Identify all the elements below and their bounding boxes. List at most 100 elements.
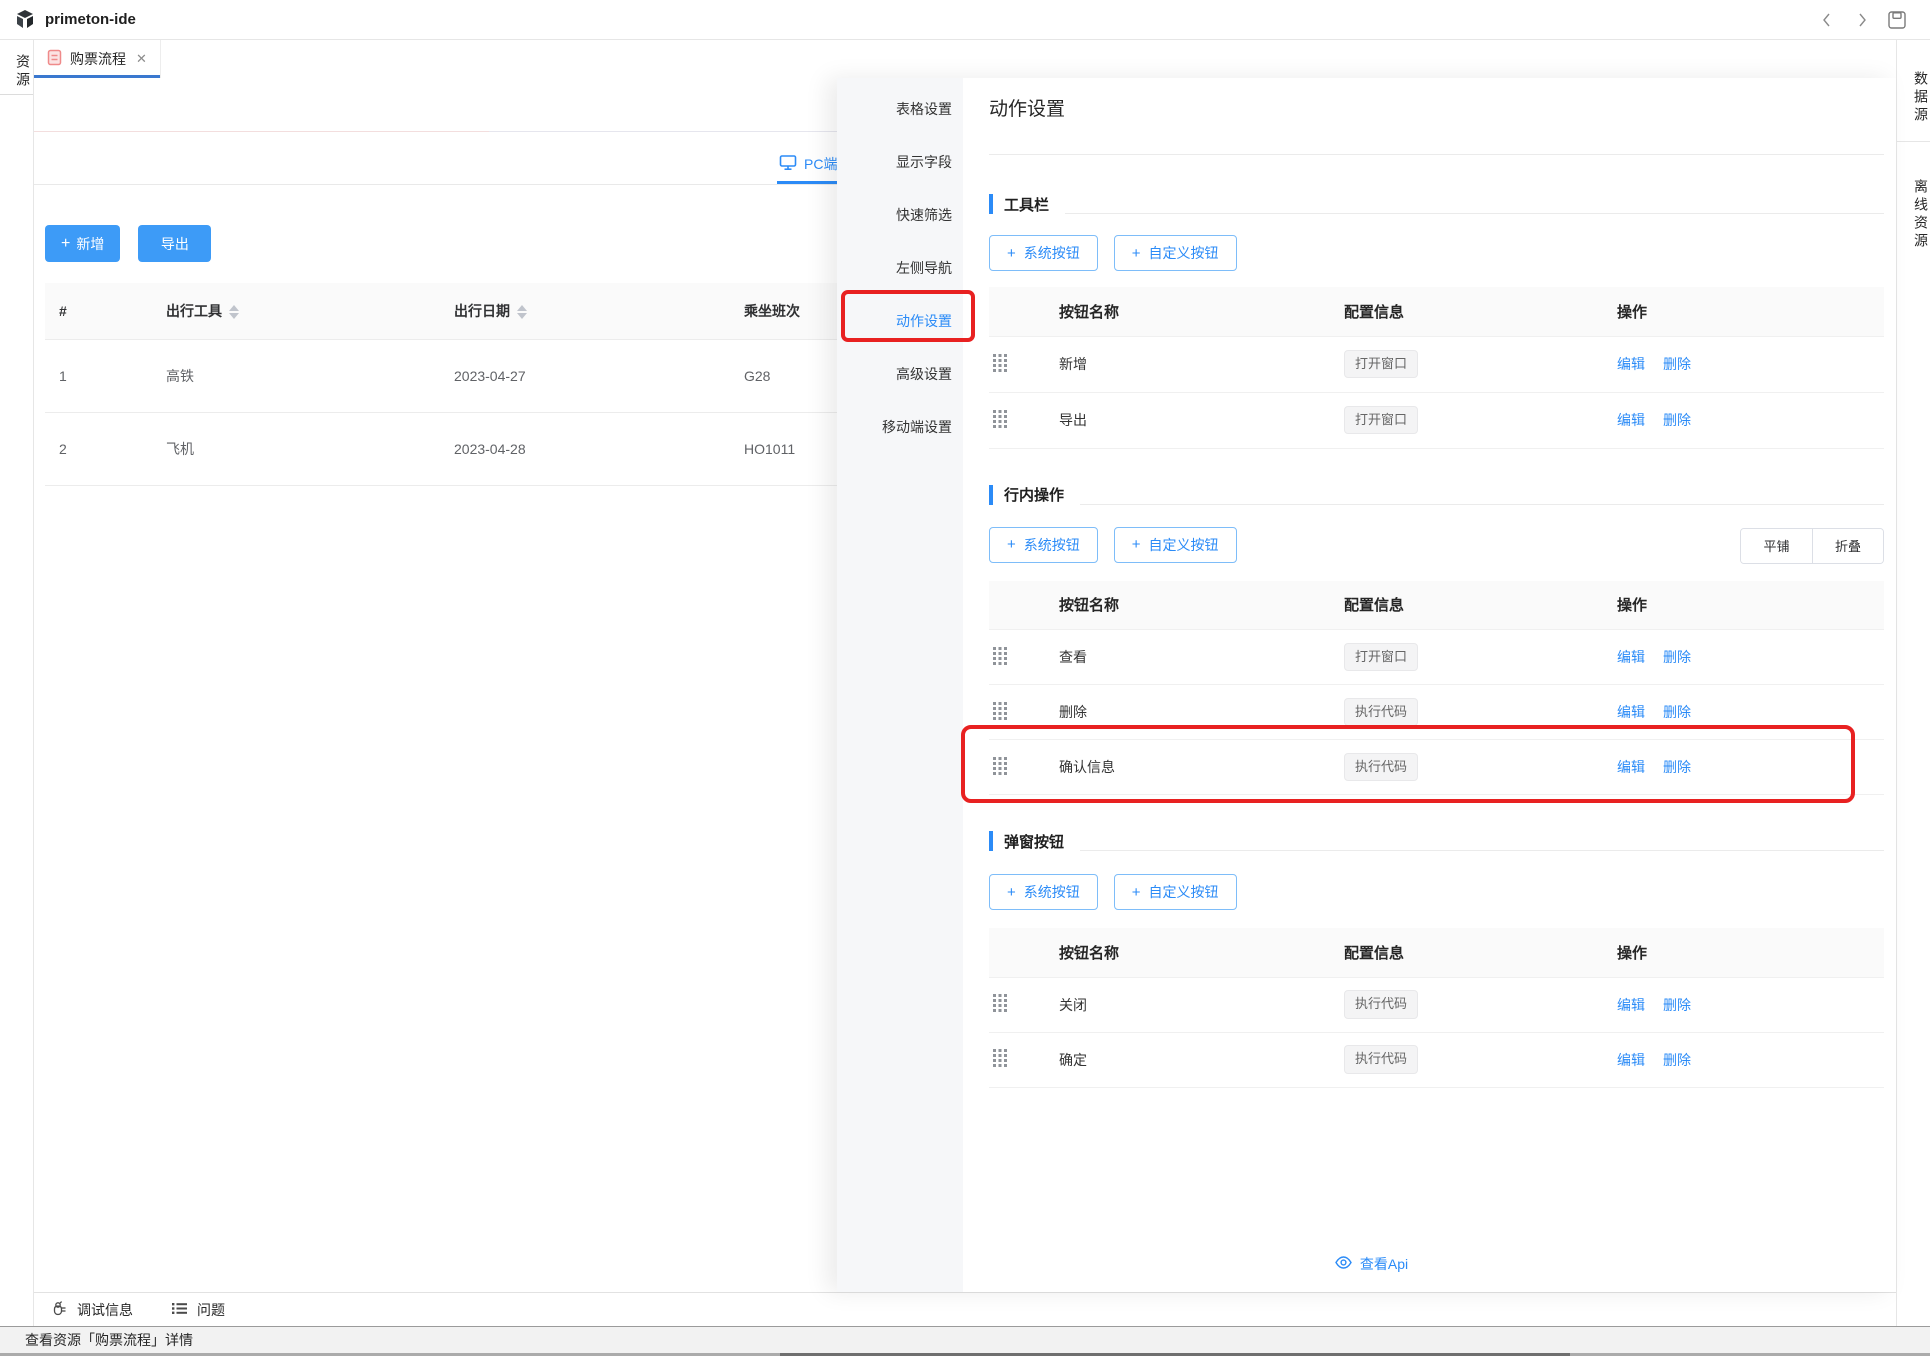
- row-actions-cell: 编辑 删除: [1617, 1032, 1884, 1087]
- view-api-label: 查看Api: [1360, 1254, 1408, 1274]
- add-system-button[interactable]: +系统按钮: [989, 527, 1098, 563]
- edit-link[interactable]: 编辑: [1617, 1052, 1645, 1068]
- export-button[interactable]: 导出: [138, 225, 211, 262]
- add-custom-button[interactable]: +自定义按钮: [1114, 874, 1237, 910]
- sort-caret-icon[interactable]: [517, 305, 527, 319]
- row-actions-cell: 编辑 删除: [1617, 740, 1884, 795]
- button-label: 自定义按钮: [1149, 535, 1219, 555]
- delete-link[interactable]: 删除: [1663, 412, 1691, 428]
- section-accent-bar: [989, 831, 993, 851]
- section-header: 弹窗按钮: [989, 830, 1884, 852]
- settings-menu-item[interactable]: 左侧导航: [837, 241, 963, 294]
- handle-cell: [989, 1032, 1059, 1087]
- section-button-row: +系统按钮+自定义按钮平铺折叠: [989, 527, 1884, 563]
- delete-link[interactable]: 删除: [1663, 649, 1691, 665]
- view-api-link[interactable]: 查看Api: [963, 1254, 1838, 1274]
- add-button[interactable]: + 新增: [45, 225, 120, 262]
- config-table: 按钮名称配置信息操作新增打开窗口编辑删除导出打开窗口编辑删除: [989, 287, 1884, 449]
- config-row-highlighted: 确认信息执行代码编辑删除: [989, 740, 1884, 795]
- config-col-header: 按钮名称: [1059, 928, 1344, 977]
- delete-link[interactable]: 删除: [1663, 1052, 1691, 1068]
- bug-icon: [51, 1300, 68, 1320]
- drag-handle-icon[interactable]: [993, 354, 1007, 372]
- drag-handle-icon[interactable]: [993, 1049, 1007, 1067]
- config-tag: 执行代码: [1344, 1045, 1418, 1073]
- plus-icon: +: [1007, 537, 1016, 552]
- settings-menu-item[interactable]: 动作设置: [837, 294, 963, 347]
- add-system-button[interactable]: +系统按钮: [989, 235, 1098, 271]
- edit-link[interactable]: 编辑: [1617, 997, 1645, 1013]
- close-icon[interactable]: ✕: [136, 51, 147, 67]
- row-actions-cell: 编辑 删除: [1617, 685, 1884, 740]
- edit-link[interactable]: 编辑: [1617, 412, 1645, 428]
- tab-ticket-flow[interactable]: 购票流程 ✕: [34, 40, 161, 78]
- drag-handle-icon[interactable]: [993, 702, 1007, 720]
- editor-tabbar: 购票流程 ✕: [34, 40, 1896, 79]
- delete-link[interactable]: 删除: [1663, 704, 1691, 720]
- left-rail: 资源: [0, 40, 34, 1326]
- edit-link[interactable]: 编辑: [1617, 649, 1645, 665]
- panel-item-problems[interactable]: 问题: [171, 1300, 225, 1320]
- divider: [989, 154, 1884, 155]
- config-row: 确定执行代码 编辑 删除: [989, 1032, 1884, 1087]
- toggle-tile-button[interactable]: 平铺: [1741, 529, 1812, 563]
- settings-menu-item[interactable]: 移动端设置: [837, 400, 963, 453]
- drag-handle-icon[interactable]: [993, 647, 1007, 665]
- config-table-head: 按钮名称配置信息操作: [989, 287, 1884, 336]
- tab-pc[interactable]: PC端: [779, 146, 837, 182]
- drag-handle-icon[interactable]: [993, 994, 1007, 1012]
- rail-item-resources[interactable]: 资源: [0, 40, 33, 95]
- button-name-cell: 确认信息: [1059, 740, 1344, 795]
- settings-menu-item[interactable]: 高级设置: [837, 347, 963, 400]
- edit-link[interactable]: 编辑: [1617, 704, 1645, 720]
- handle-cell: [989, 740, 1059, 795]
- button-label: 系统按钮: [1024, 882, 1080, 902]
- settings-menu-item[interactable]: 快速筛选: [837, 188, 963, 241]
- add-custom-button[interactable]: +自定义按钮: [1114, 235, 1237, 271]
- forward-icon[interactable]: [1851, 9, 1873, 31]
- plus-icon: +: [1007, 885, 1016, 900]
- config-col-header: 按钮名称: [1059, 287, 1344, 336]
- panel-item-problems-label: 问题: [197, 1300, 225, 1320]
- sort-caret-icon[interactable]: [229, 305, 239, 319]
- delete-link[interactable]: 删除: [1663, 997, 1691, 1013]
- add-system-button[interactable]: + 系统按钮: [989, 874, 1098, 910]
- titlebar: primeton-ide: [0, 0, 1930, 40]
- rail-item-offline-resources[interactable]: 离线资源: [1897, 142, 1930, 270]
- app-title: primeton-ide: [45, 11, 136, 28]
- settings-menu-item[interactable]: 显示字段: [837, 135, 963, 188]
- settings-section: 工具栏+系统按钮+自定义按钮按钮名称配置信息操作新增打开窗口编辑删除导出打开窗口…: [989, 193, 1884, 449]
- records-col-header[interactable]: 出行工具: [152, 283, 440, 339]
- records-col-header[interactable]: 出行日期: [440, 283, 730, 339]
- settings-menu: 表格设置显示字段快速筛选左侧导航动作设置高级设置移动端设置: [837, 78, 963, 1292]
- settings-section: 弹窗按钮+系统按钮+自定义按钮按钮名称配置信息操作关闭执行代码编辑删除确定执行代…: [989, 830, 1884, 1088]
- back-icon[interactable]: [1816, 9, 1838, 31]
- delete-link[interactable]: 删除: [1663, 759, 1691, 775]
- divider: [1080, 850, 1884, 851]
- save-icon[interactable]: [1886, 9, 1908, 31]
- button-label: 系统按钮: [1024, 243, 1080, 263]
- config-header-row: 按钮名称配置信息操作: [989, 287, 1884, 336]
- toggle-collapse-button[interactable]: 折叠: [1812, 529, 1883, 563]
- records-col-label: 出行日期: [454, 303, 510, 319]
- delete-link[interactable]: 删除: [1663, 356, 1691, 372]
- settings-menu-item[interactable]: 表格设置: [837, 82, 963, 135]
- device-tab-label: PC端: [804, 154, 837, 174]
- config-tag: 打开窗口: [1344, 643, 1418, 671]
- window-nav: [1816, 0, 1908, 39]
- divider: [1080, 504, 1884, 505]
- edit-link[interactable]: 编辑: [1617, 759, 1645, 775]
- drag-handle-icon[interactable]: [993, 757, 1007, 775]
- add-custom-button[interactable]: +自定义按钮: [1114, 527, 1237, 563]
- drag-handle-icon[interactable]: [993, 410, 1007, 428]
- button-name-cell: 确定: [1059, 1032, 1344, 1087]
- monitor-icon: [779, 154, 797, 174]
- edit-link[interactable]: 编辑: [1617, 356, 1645, 372]
- section-title: 行内操作: [1004, 484, 1064, 505]
- config-table: 按钮名称配置信息操作查看打开窗口编辑删除删除执行代码编辑删除确认信息执行代码编辑…: [989, 581, 1884, 796]
- button-name-cell: 新增: [1059, 336, 1344, 392]
- rail-item-datasource[interactable]: 数据源: [1897, 40, 1930, 142]
- config-table-body: 关闭执行代码编辑删除确定执行代码编辑删除: [989, 977, 1884, 1087]
- row-actions-cell: 编辑 删除: [1617, 336, 1884, 392]
- panel-item-debug[interactable]: 调试信息: [51, 1300, 133, 1320]
